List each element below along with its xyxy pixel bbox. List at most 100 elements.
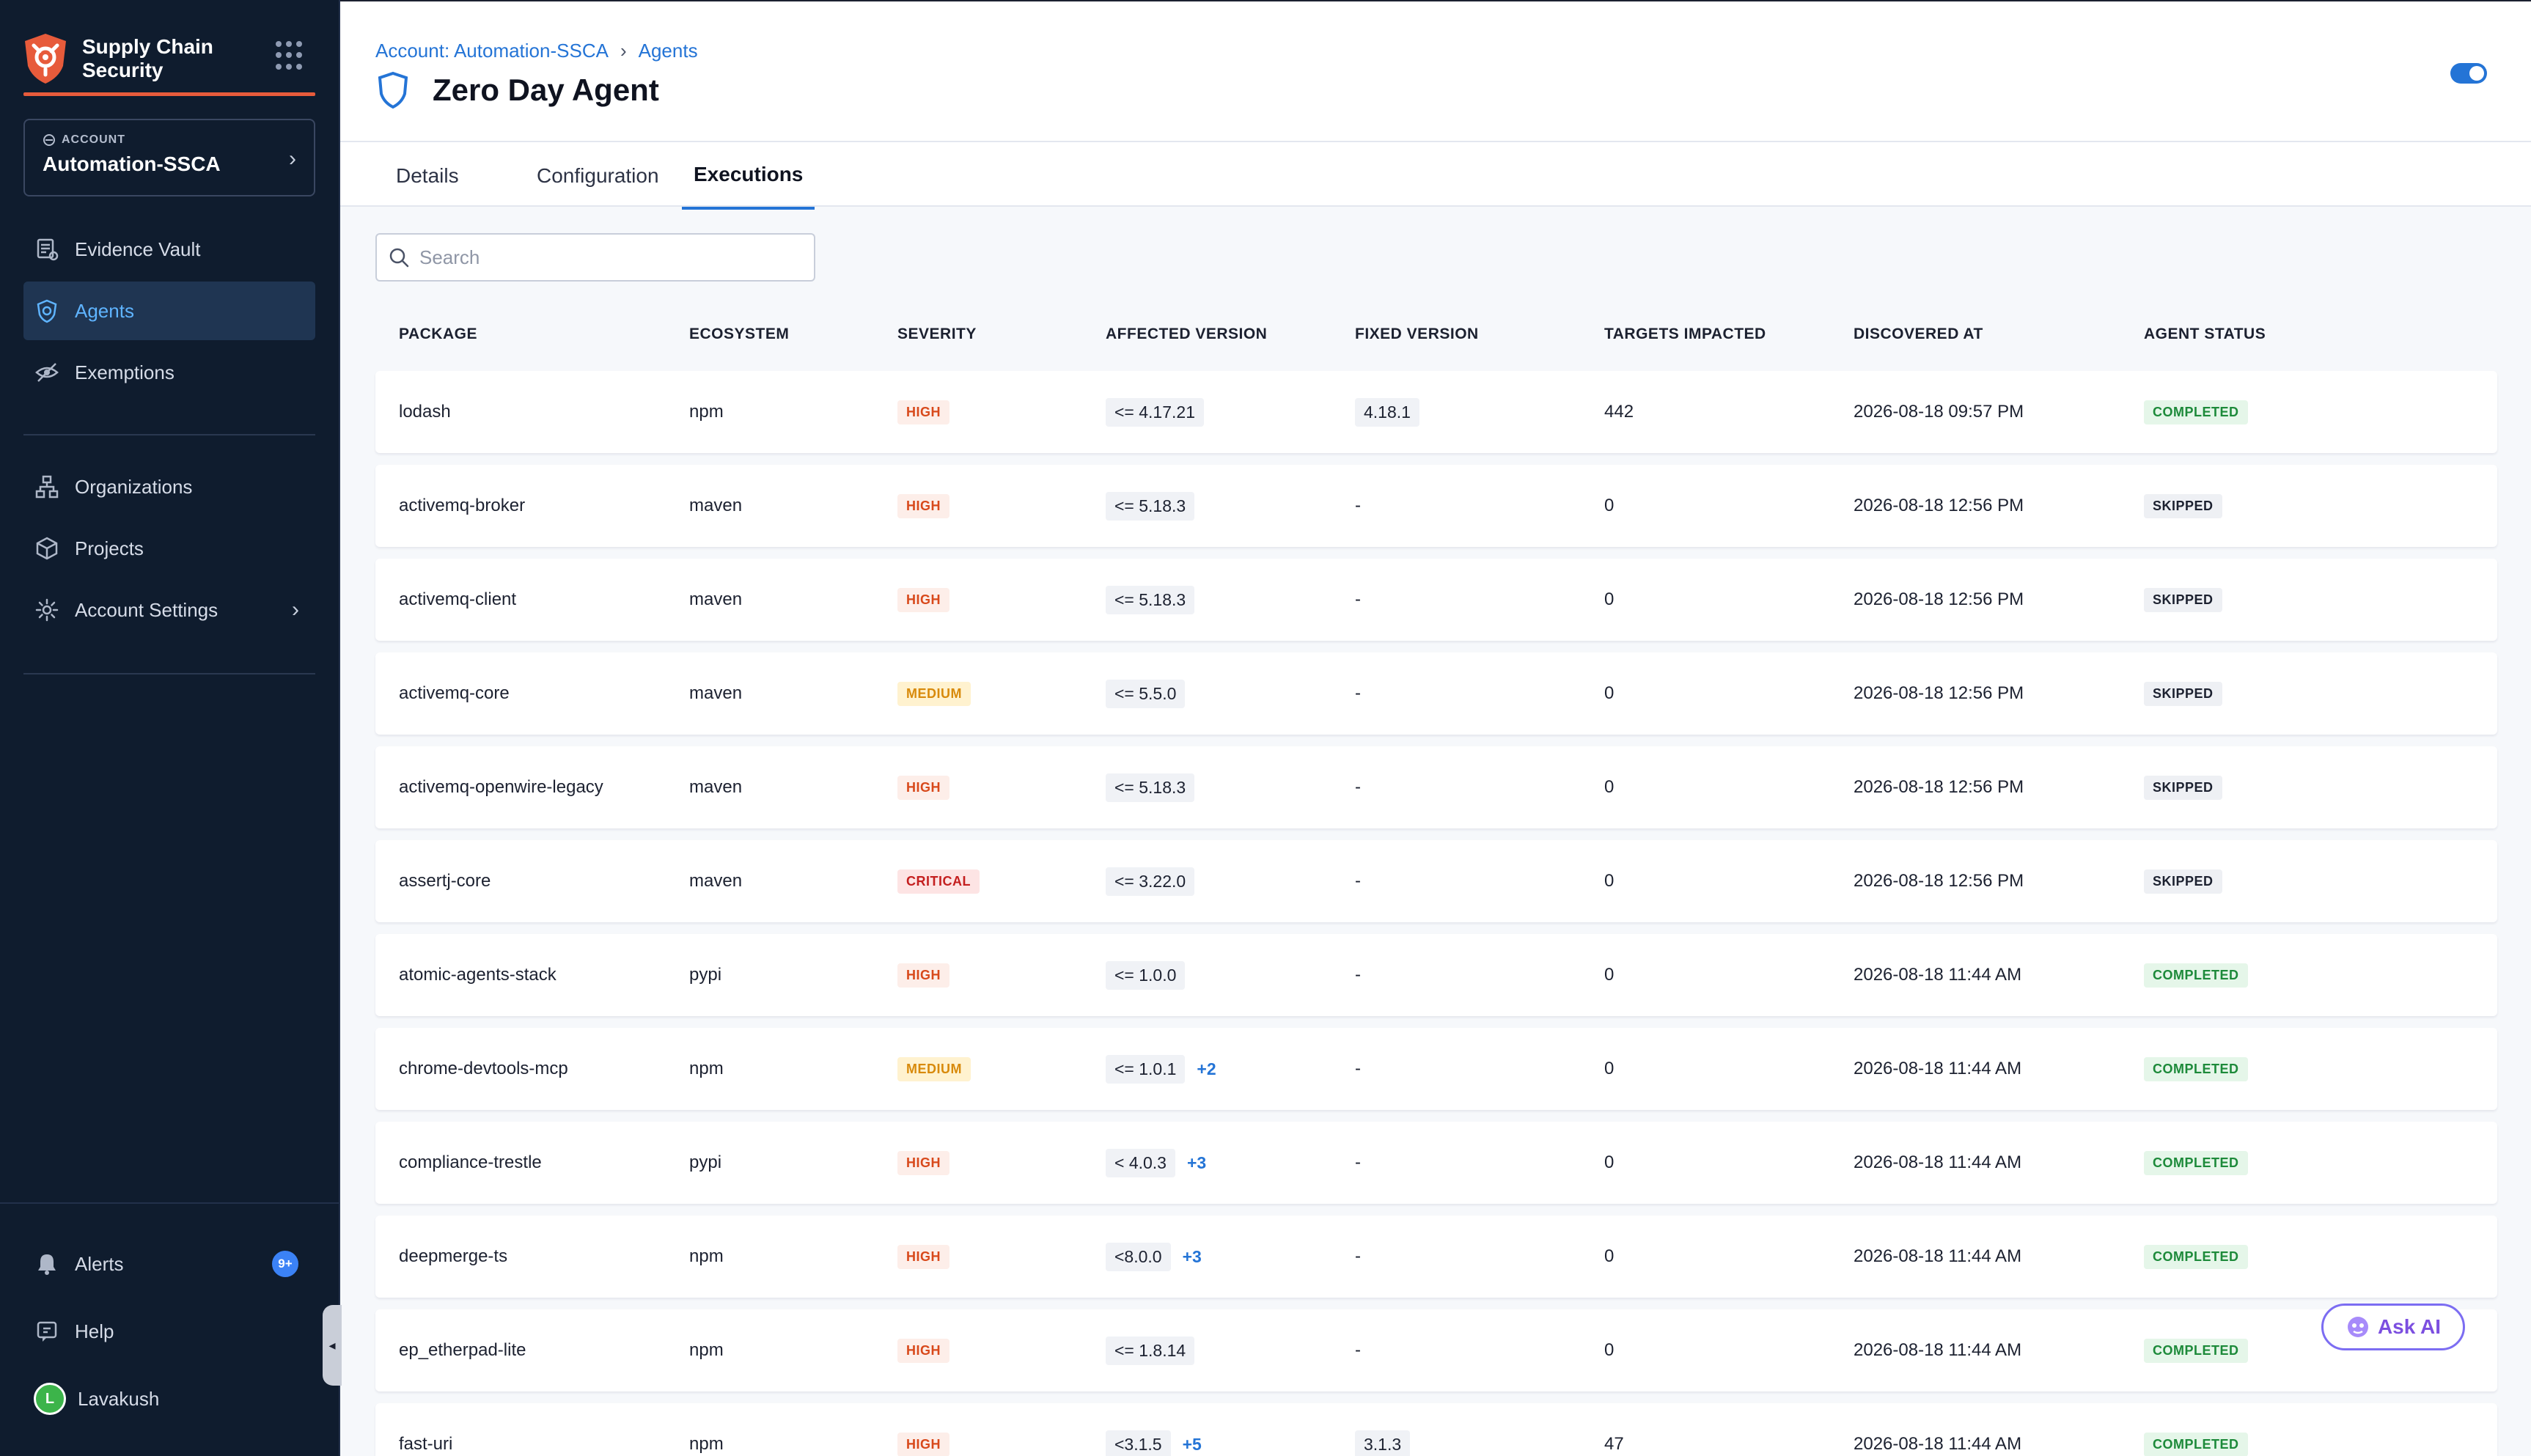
severity-badge: MEDIUM bbox=[897, 681, 971, 706]
table-row[interactable]: activemq-broker maven HIGH <= 5.18.3 - 0 2026-… bbox=[375, 465, 2497, 547]
fixed-version-cell: - bbox=[1355, 965, 1361, 985]
more-versions-link[interactable]: +2 bbox=[1197, 1059, 1216, 1079]
package-cell: fast-uri bbox=[399, 1434, 453, 1454]
table-row[interactable]: assertj-core maven CRITICAL <= 3.22.0 - 0 2026… bbox=[375, 840, 2497, 922]
search-input[interactable] bbox=[419, 246, 786, 269]
search-box[interactable] bbox=[375, 233, 815, 282]
ecosystem-cell: maven bbox=[689, 777, 743, 797]
sidebar-item-exemptions[interactable]: Exemptions bbox=[23, 343, 315, 402]
affected-version-cell: <= 4.17.21 bbox=[1106, 397, 1204, 427]
ecosystem-cell: npm bbox=[689, 1434, 724, 1454]
search-icon bbox=[389, 248, 409, 268]
ecosystem-cell: npm bbox=[689, 1246, 724, 1266]
table-row[interactable]: atomic-agents-stack pypi HIGH <= 1.0.0 - 0 202… bbox=[375, 934, 2497, 1016]
ecosystem-cell: maven bbox=[689, 496, 743, 515]
sidebar-divider bbox=[23, 673, 315, 674]
agent-status-badge: COMPLETED bbox=[2144, 1150, 2248, 1175]
ecosystem-cell: maven bbox=[689, 871, 743, 891]
agent-status-badge: COMPLETED bbox=[2144, 1056, 2248, 1081]
discovered-at-cell: 2026-08-18 12:56 PM bbox=[1854, 683, 2024, 703]
column-header-targets-impacted[interactable]: TARGETS IMPACTED bbox=[1604, 326, 1766, 343]
affected-version-cell: <= 1.8.14 bbox=[1106, 1336, 1195, 1365]
agent-status-badge: COMPLETED bbox=[2144, 963, 2248, 988]
table-row[interactable]: activemq-client maven HIGH <= 5.18.3 - 0 2026-… bbox=[375, 559, 2497, 641]
sidebar-item-organizations[interactable]: Organizations bbox=[23, 457, 315, 516]
projects-icon bbox=[34, 535, 60, 562]
table-body: lodash npm HIGH <= 4.17.21 4.18.1 442 2026-08-… bbox=[375, 371, 2497, 1456]
ask-ai-label: Ask AI bbox=[2377, 1315, 2442, 1338]
toggle-switch[interactable] bbox=[2450, 63, 2487, 84]
table-row[interactable]: lodash npm HIGH <= 4.17.21 4.18.1 442 2026-08-… bbox=[375, 371, 2497, 453]
table-row[interactable]: compliance-trestle pypi HIGH < 4.0.3 +3 - 0 202… bbox=[375, 1122, 2497, 1204]
fixed-version-cell: - bbox=[1355, 1340, 1361, 1360]
account-name: Automation-SSCA bbox=[43, 152, 221, 175]
brand-logo-icon bbox=[25, 34, 66, 84]
user-profile[interactable]: L Lavakush bbox=[23, 1369, 315, 1428]
ask-ai-button[interactable]: Ask AI bbox=[2321, 1304, 2465, 1350]
column-header-discovered-at[interactable]: DISCOVERED AT bbox=[1854, 326, 1983, 343]
discovered-at-cell: 2026-08-18 09:57 PM bbox=[1854, 402, 2024, 422]
sidebar-item-account-settings[interactable]: Account Settings › bbox=[23, 581, 315, 639]
targets-impacted-cell: 442 bbox=[1604, 402, 1634, 422]
discovered-at-cell: 2026-08-18 11:44 AM bbox=[1854, 965, 2022, 985]
collapse-sidebar-button[interactable]: ◂ bbox=[323, 1305, 342, 1386]
sidebar-item-help[interactable]: Help bbox=[23, 1302, 315, 1361]
ecosystem-cell: npm bbox=[689, 402, 724, 422]
app-root: Supply Chain Security ACCOUNT Automation… bbox=[0, 0, 2531, 1456]
avatar: L bbox=[34, 1383, 66, 1415]
app-grid-icon[interactable] bbox=[276, 41, 305, 70]
table-row[interactable]: ep_etherpad-lite npm HIGH <= 1.8.14 - 0 2026-0… bbox=[375, 1309, 2497, 1391]
package-cell: compliance-trestle bbox=[399, 1152, 542, 1172]
table-header: PACKAGE ECOSYSTEM SEVERITY AFFECTED VERS… bbox=[375, 326, 2497, 355]
severity-badge: HIGH bbox=[897, 1338, 949, 1363]
page-header: Account: Automation-SSCA › Agents Zero D… bbox=[340, 0, 2531, 210]
sidebar-item-agents[interactable]: Agents bbox=[23, 282, 315, 340]
package-cell: assertj-core bbox=[399, 871, 491, 891]
account-switcher[interactable]: ACCOUNT Automation-SSCA › bbox=[23, 119, 315, 196]
column-header-agent-status[interactable]: AGENT STATUS bbox=[2144, 326, 2266, 343]
breadcrumb-agents-link[interactable]: Agents bbox=[639, 40, 698, 62]
fixed-version-cell: - bbox=[1355, 589, 1361, 609]
more-versions-link[interactable]: +3 bbox=[1183, 1247, 1202, 1267]
sidebar-item-alerts[interactable]: Alerts 9+ bbox=[23, 1235, 315, 1293]
sidebar-divider bbox=[23, 434, 315, 435]
ecosystem-cell: maven bbox=[689, 683, 743, 703]
table-row[interactable]: activemq-core maven MEDIUM <= 5.5.0 - 0 2026-0… bbox=[375, 652, 2497, 735]
table-row[interactable]: activemq-openwire-legacy maven HIGH <= 5.18… bbox=[375, 746, 2497, 828]
severity-badge: HIGH bbox=[897, 1432, 949, 1456]
chevron-right-icon: › bbox=[620, 40, 627, 62]
brand[interactable]: Supply Chain Security bbox=[22, 22, 315, 95]
severity-badge: HIGH bbox=[897, 1150, 949, 1175]
table-row[interactable]: deepmerge-ts npm HIGH <8.0.0 +3 - 0 2026-08-18 … bbox=[375, 1216, 2497, 1298]
breadcrumb-account-link[interactable]: Account: Automation-SSCA bbox=[375, 40, 609, 62]
column-header-package[interactable]: PACKAGE bbox=[399, 326, 477, 343]
table-row[interactable]: fast-uri npm HIGH <3.1.5 +5 3.1.3 47 2026-08-18… bbox=[375, 1403, 2497, 1456]
affected-version-cell: <= 5.18.3 bbox=[1106, 773, 1195, 802]
brand-title: Supply Chain Security bbox=[82, 35, 213, 81]
sidebar-item-label: Exemptions bbox=[75, 361, 175, 383]
column-header-affected-version[interactable]: AFFECTED VERSION bbox=[1106, 326, 1267, 343]
column-header-severity[interactable]: SEVERITY bbox=[897, 326, 977, 343]
package-cell: activemq-core bbox=[399, 683, 510, 703]
column-header-ecosystem[interactable]: ECOSYSTEM bbox=[689, 326, 789, 343]
severity-badge: HIGH bbox=[897, 587, 949, 612]
agent-status-badge: COMPLETED bbox=[2144, 1338, 2248, 1363]
package-cell: lodash bbox=[399, 402, 451, 422]
sidebar-item-evidence-vault[interactable]: Evidence Vault bbox=[23, 220, 315, 279]
column-header-fixed-version[interactable]: FIXED VERSION bbox=[1355, 326, 1479, 343]
shield-icon bbox=[378, 71, 408, 109]
tab-details[interactable]: Details bbox=[384, 142, 471, 210]
tab-configuration[interactable]: Configuration bbox=[525, 142, 671, 210]
more-versions-link[interactable]: +3 bbox=[1187, 1153, 1206, 1173]
affected-version-cell: <8.0.0 bbox=[1106, 1242, 1171, 1271]
fixed-version-cell: - bbox=[1355, 1152, 1361, 1172]
fixed-version-cell: 3.1.3 bbox=[1355, 1430, 1411, 1456]
targets-impacted-cell: 0 bbox=[1604, 871, 1615, 891]
tab-executions[interactable]: Executions bbox=[682, 142, 815, 210]
fixed-version-cell: 4.18.1 bbox=[1355, 397, 1419, 427]
gear-icon bbox=[34, 597, 60, 623]
sidebar-item-projects[interactable]: Projects bbox=[23, 519, 315, 578]
agent-status-badge: SKIPPED bbox=[2144, 775, 2222, 800]
table-row[interactable]: chrome-devtools-mcp npm MEDIUM <= 1.0.1 +2 - 0… bbox=[375, 1028, 2497, 1110]
more-versions-link[interactable]: +5 bbox=[1183, 1435, 1202, 1455]
